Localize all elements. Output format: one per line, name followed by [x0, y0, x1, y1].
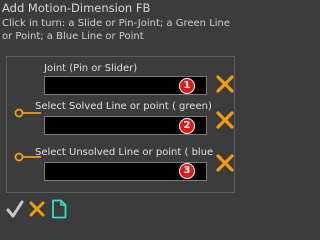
- selection-group: Joint (Pin or Slider) 1 Select Solved Li…: [6, 56, 235, 193]
- clear-solved-x-icon[interactable]: [214, 109, 236, 131]
- new-document-icon[interactable]: [50, 199, 68, 219]
- badge-3: 3: [179, 163, 195, 179]
- badge-2: 2: [179, 118, 195, 134]
- cancel-x-icon[interactable]: [28, 199, 46, 219]
- row-joint-label: Joint (Pin or Slider): [44, 63, 138, 74]
- clear-unsolved-x-icon[interactable]: [214, 152, 236, 174]
- row-solved-label: Select Solved Line or point ( green): [35, 101, 212, 112]
- checkmark-icon[interactable]: [6, 199, 24, 219]
- badge-1: 1: [179, 78, 195, 94]
- clear-joint-x-icon[interactable]: [214, 73, 236, 95]
- instructions-text: Click in turn: a Slide or Pin-Joint; a G…: [2, 18, 231, 42]
- dialog-title: Add Motion-Dimension FB: [2, 1, 151, 15]
- row-unsolved-label: Select Unsolved Line or point ( blue: [35, 147, 214, 158]
